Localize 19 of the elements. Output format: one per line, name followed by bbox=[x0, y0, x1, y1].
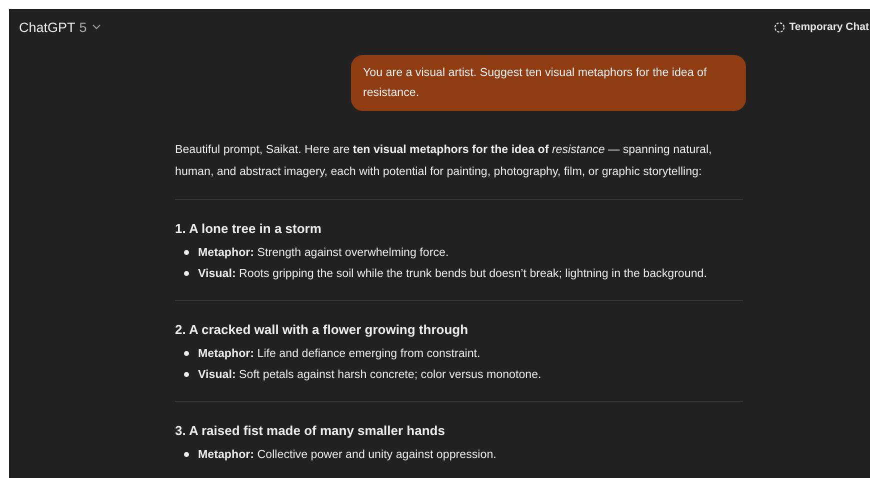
bullet-icon bbox=[184, 351, 189, 356]
user-message: You are a visual artist. Suggest ten visual metaphors for the idea of resistance. bbox=[351, 55, 746, 111]
reply-paragraph: Beautiful prompt, Saikat. Here are ten visual metaphors for the idea of resistance — spanning natural, human, and abstract imagery, each with potential for painting, photography, film, or graphic storytelling: bbox=[175, 142, 713, 180]
chevron-down-icon bbox=[92, 24, 101, 30]
dashed-circle-icon bbox=[774, 22, 786, 32]
bullet-icon bbox=[184, 250, 189, 255]
bullet-text: Metaphor: Life and defiance emerging from constraint. bbox=[198, 346, 480, 362]
section-heading: 1. A lone tree in a storm bbox=[175, 220, 322, 238]
model-selector[interactable]: ChatGPT 5 bbox=[19, 20, 101, 34]
section-heading: 3. A raised fist made of many smaller hands bbox=[175, 422, 446, 440]
bullet-text: Visual: Soft petals against harsh concrete; color versus monotone. bbox=[198, 367, 542, 383]
bullet-text: Metaphor: Collective power and unity against oppression. bbox=[198, 447, 496, 463]
temporary-chat-button[interactable]: Temporary Chat bbox=[774, 21, 870, 33]
bullet-icon bbox=[184, 271, 189, 276]
bullet-icon bbox=[184, 372, 189, 377]
bullet-icon bbox=[184, 452, 189, 457]
bullet-text: Metaphor: Strength against overwhelming force. bbox=[198, 245, 449, 261]
bullet-text: Visual: Roots gripping the soil while the trunk bends but doesn’t break; lightning in the background. bbox=[198, 266, 707, 282]
section-heading: 2. A cracked wall with a flower growing through bbox=[175, 321, 470, 339]
